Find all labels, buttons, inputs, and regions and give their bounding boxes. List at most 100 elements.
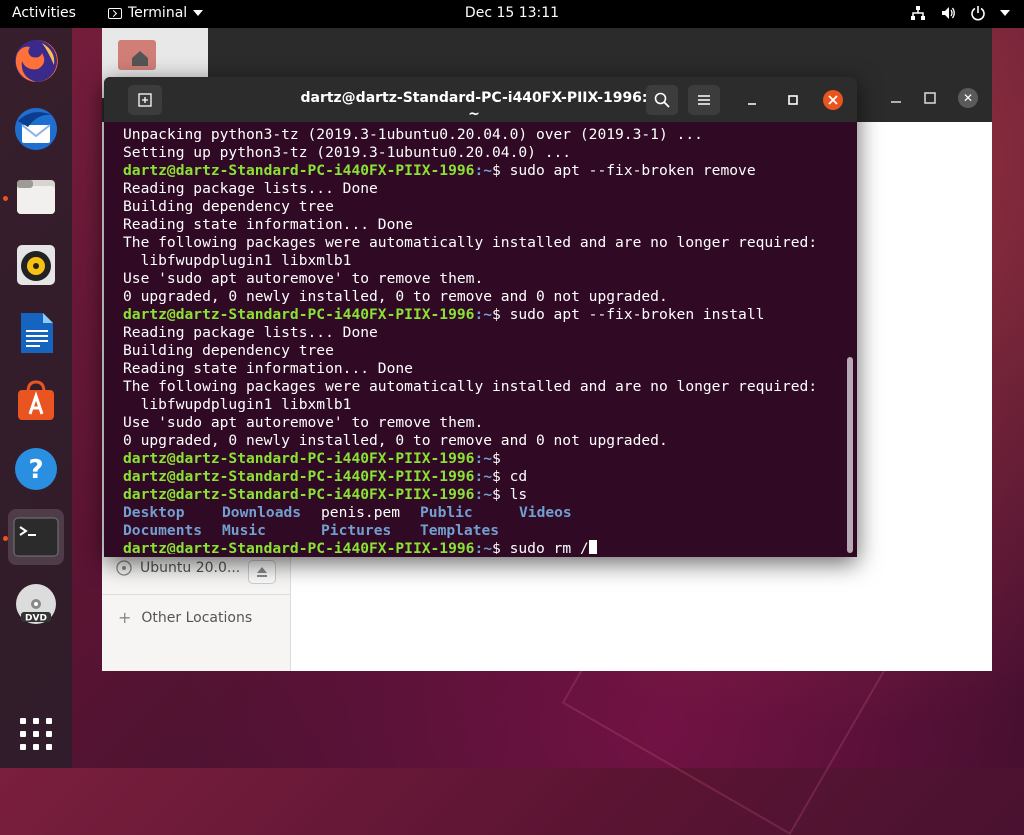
command-text: $ ls [492, 486, 528, 503]
terminal-line: Building dependency tree [123, 198, 334, 215]
terminal-line: Setting up python3-tz (2019.3-1ubuntu0.2… [123, 144, 572, 161]
close-icon: ✕ [962, 91, 974, 105]
ls-entry-downloads: Downloads [222, 504, 302, 521]
sidebar-item-other-locations[interactable]: + Other Locations [118, 608, 252, 627]
terminal-line: Unpacking python3-tz (2019.3-1ubuntu0.20… [123, 126, 703, 143]
hamburger-icon [698, 95, 710, 105]
menu-button[interactable] [688, 85, 720, 115]
eject-icon [257, 567, 267, 577]
clock[interactable]: Dec 15 13:11 [465, 5, 559, 21]
terminal-title: dartz@dartz-Standard-PC-i440FX-PIIX-1996… [300, 90, 648, 122]
dock-writer[interactable] [8, 305, 64, 361]
files-icon [17, 180, 55, 214]
text-cursor [588, 540, 597, 554]
activities-button[interactable]: Activities [12, 5, 76, 21]
system-tray[interactable] [910, 5, 1010, 21]
dock-help[interactable]: ? [8, 441, 64, 497]
terminal-output[interactable]: Unpacking python3-tz (2019.3-1ubuntu0.20… [123, 126, 838, 554]
show-apps-icon [20, 718, 52, 750]
command-line: dartz@dartz-Standard-PC-i440FX-PIIX-1996… [123, 162, 838, 180]
minimize-icon [748, 103, 756, 105]
terminal-line: libfwupdplugin1 libxmlb1 [123, 396, 352, 413]
rhythmbox-icon [17, 245, 55, 285]
dock: ? DVD [0, 28, 72, 768]
terminal-line: Use 'sudo apt autoremove' to remove them… [123, 414, 484, 431]
ls-entry-pictures: Pictures [321, 522, 392, 539]
terminal-scrollbar[interactable] [847, 357, 853, 553]
ls-entry-videos: Videos [519, 504, 572, 521]
top-bar: Activities Terminal Dec 15 13:11 [0, 0, 1024, 28]
ls-entry-desktop: Desktop [123, 504, 185, 521]
terminal-line: 0 upgraded, 0 newly installed, 0 to remo… [123, 288, 668, 305]
terminal-line: Reading state information... Done [123, 216, 413, 233]
prompt-path: :~ [474, 486, 493, 503]
network-icon [911, 6, 925, 20]
chevron-down-icon [1000, 10, 1010, 16]
command-line-current[interactable]: dartz@dartz-Standard-PC-i440FX-PIIX-1996… [123, 540, 838, 554]
new-tab-button[interactable] [128, 85, 162, 115]
dock-terminal[interactable] [8, 509, 64, 565]
search-icon [654, 92, 670, 108]
help-icon: ? [15, 448, 57, 490]
ls-entry-public: Public [420, 504, 473, 521]
terminal-headerbar[interactable]: dartz@dartz-Standard-PC-i440FX-PIIX-1996… [104, 77, 857, 122]
prompt-user: dartz@dartz-Standard-PC-i440FX-PIIX-1996 [123, 486, 475, 503]
maximize-button[interactable] [783, 90, 803, 110]
dock-show-apps[interactable] [8, 706, 64, 762]
prompt-path: :~ [474, 540, 493, 554]
dock-dvd[interactable]: DVD [8, 577, 64, 633]
maximize-icon[interactable] [924, 92, 936, 104]
file-manager-close-button[interactable]: ✕ [958, 88, 978, 108]
command-text: $ sudo apt --fix-broken remove [492, 162, 756, 179]
command-text: $ sudo apt --fix-broken install [492, 306, 765, 323]
ls-entry-documents: Documents [123, 522, 203, 539]
app-menu-terminal[interactable]: Terminal [108, 5, 204, 21]
dvd-icon: DVD [16, 584, 56, 624]
sidebar-item-ubuntu-disk[interactable]: Ubuntu 20.0... [116, 560, 240, 576]
minimize-button[interactable] [742, 90, 762, 110]
prompt-user: dartz@dartz-Standard-PC-i440FX-PIIX-1996 [123, 162, 475, 179]
terminal-line: Reading package lists... Done [123, 324, 378, 341]
other-locations-label: Other Locations [141, 609, 253, 626]
maximize-icon [788, 95, 798, 105]
ls-entry-music: Music [222, 522, 266, 539]
prompt-path: :~ [474, 468, 493, 485]
prompt-user: dartz@dartz-Standard-PC-i440FX-PIIX-1996 [123, 540, 475, 554]
terminal-line: The following packages were automaticall… [123, 378, 818, 395]
dock-firefox[interactable] [8, 33, 64, 89]
prompt-path: :~ [474, 450, 493, 467]
close-icon [828, 95, 838, 105]
dock-files[interactable] [8, 169, 64, 225]
dock-rhythmbox[interactable] [8, 237, 64, 293]
terminal-line: Reading package lists... Done [123, 180, 378, 197]
minimize-icon[interactable] [890, 92, 902, 104]
libreoffice-writer-icon [21, 313, 53, 353]
search-button[interactable] [646, 85, 678, 115]
dock-thunderbird[interactable] [8, 101, 64, 157]
close-button[interactable] [823, 90, 843, 110]
dock-software[interactable] [8, 373, 64, 429]
ls-output-row: Desktop Downloads penis.pem Public Videos [123, 504, 838, 522]
terminal-window[interactable]: dartz@dartz-Standard-PC-i440FX-PIIX-1996… [104, 77, 857, 557]
software-icon [18, 380, 54, 420]
ls-output-row: Documents Music Pictures Templates [123, 522, 838, 540]
terminal-line: 0 upgraded, 0 newly installed, 0 to remo… [123, 432, 668, 449]
firefox-icon [15, 39, 58, 82]
thunderbird-icon [15, 108, 57, 150]
prompt-user: dartz@dartz-Standard-PC-i440FX-PIIX-1996 [123, 306, 475, 323]
file-manager-controls: ✕ [890, 88, 978, 108]
command-text: $ [492, 450, 501, 467]
command-line: dartz@dartz-Standard-PC-i440FX-PIIX-1996… [123, 306, 838, 324]
power-icon [971, 6, 985, 21]
eject-button[interactable] [248, 560, 276, 584]
terminal-line: Use 'sudo apt autoremove' to remove them… [123, 270, 484, 287]
command-line: dartz@dartz-Standard-PC-i440FX-PIIX-1996… [123, 450, 838, 468]
terminal-icon [13, 517, 59, 557]
chevron-down-icon [193, 10, 204, 16]
prompt-path: :~ [474, 162, 493, 179]
terminal-line: The following packages were automaticall… [123, 234, 818, 251]
app-menu-label: Terminal [128, 5, 188, 21]
ls-entry-file: penis.pem [321, 504, 401, 521]
command-text: $ cd [492, 468, 528, 485]
prompt-user: dartz@dartz-Standard-PC-i440FX-PIIX-1996 [123, 450, 475, 467]
